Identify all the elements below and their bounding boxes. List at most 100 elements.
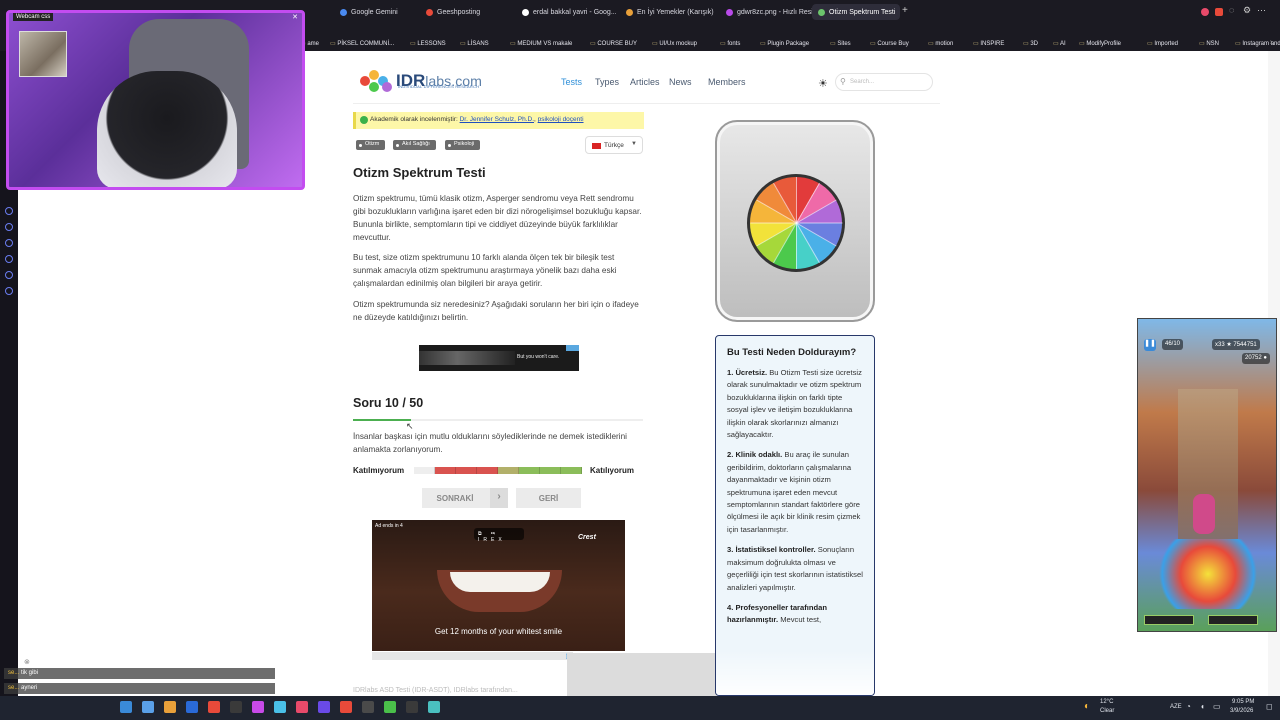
sidebar-icon-5[interactable] xyxy=(5,271,13,279)
profile-icon[interactable] xyxy=(1201,8,1209,16)
back-button[interactable]: GERİ xyxy=(516,488,581,508)
bookmark-item[interactable]: Sites xyxy=(830,40,850,47)
browser-tab[interactable]: Otizm Spektrum Testi xyxy=(812,4,900,20)
sidebar-icon-1[interactable] xyxy=(5,207,13,215)
more-bookmarks-icon[interactable]: › xyxy=(1270,39,1272,46)
theme-toggle-icon[interactable]: ☀ xyxy=(818,77,828,90)
bookmark-item[interactable]: NSN xyxy=(1199,40,1219,47)
weather-desc: Clear xyxy=(1100,708,1115,714)
browser-tab[interactable]: gdwr8zc.png - Hızlı Resim xyxy=(720,4,812,20)
nav-articles[interactable]: Articles xyxy=(630,77,660,87)
taskbar-app-icon[interactable] xyxy=(296,701,308,713)
browser-tab[interactable]: En İyi Yemekler (Karışık) xyxy=(620,4,718,20)
scale-option-4[interactable] xyxy=(477,467,498,474)
taskbar-app-icon[interactable] xyxy=(274,701,286,713)
new-tab-button[interactable]: + xyxy=(902,5,908,16)
category-tag[interactable]: Psikoloji xyxy=(445,140,481,150)
bookmark-item[interactable]: COURSE BUY xyxy=(590,40,637,47)
scale-option-6[interactable] xyxy=(519,467,540,474)
taskbar-app-icon[interactable] xyxy=(164,701,176,713)
reviewer-role-link[interactable]: psikoloji doçenti xyxy=(538,116,584,123)
scale-option-2[interactable] xyxy=(435,467,456,474)
taskbar-app-icon[interactable] xyxy=(406,701,418,713)
nav-news[interactable]: News xyxy=(669,77,692,87)
language-indicator[interactable]: AZE xyxy=(1170,704,1182,710)
question-counter: Soru 10 / 50 xyxy=(353,396,424,410)
browser-tab[interactable]: Geeshposting xyxy=(420,4,512,20)
menu-icon[interactable]: ⋯ xyxy=(1257,5,1266,16)
logo-subtitle: INDIVIDUAL DIFFERENCES RESEARCH xyxy=(398,84,480,89)
reviewer-link[interactable]: Dr. Jennifer Schulz, Ph.D. xyxy=(460,116,534,123)
banner-ad[interactable]: But you won't care. xyxy=(419,345,579,371)
ad-choices-icon[interactable] xyxy=(566,345,579,351)
video-ad[interactable]: Ad ends in 4 ⧉ ⏭ IREX Crest Get 12 month… xyxy=(372,520,625,651)
taskbar-app-icon[interactable] xyxy=(230,701,242,713)
notification-icon[interactable]: ◻ xyxy=(1266,702,1273,711)
nav-tests[interactable]: Tests xyxy=(561,77,582,87)
taskbar-app-icon[interactable] xyxy=(318,701,330,713)
bookmark-item[interactable]: Imported xyxy=(1147,40,1178,47)
ad-controls[interactable]: ⧉ ⏭ IREX xyxy=(474,528,524,543)
clock-time[interactable]: 9:05 PM xyxy=(1232,699,1254,705)
taskbar-app-icon[interactable] xyxy=(428,701,440,713)
bookmark-item[interactable]: INSPIRE xyxy=(973,40,1004,47)
nav-members[interactable]: Members xyxy=(708,77,746,87)
search-input[interactable]: Search... xyxy=(835,73,933,91)
tab-label: gdwr8zc.png - Hızlı Resim xyxy=(737,8,812,16)
language-selector[interactable]: Türkçe ▼ xyxy=(585,136,643,154)
scale-option-7[interactable] xyxy=(540,467,561,474)
bookmark-item[interactable]: Plugin Package xyxy=(760,40,809,47)
close-icon[interactable]: ✕ xyxy=(292,13,298,21)
sidebar-icon-4[interactable] xyxy=(5,255,13,263)
pause-icon[interactable]: ❚❚ xyxy=(1144,339,1156,351)
bookmark-item[interactable]: fonts xyxy=(720,40,740,47)
sidebar-icon-3[interactable] xyxy=(5,239,13,247)
settings-icon[interactable]: ⚙ xyxy=(1243,5,1251,16)
bookmark-item[interactable]: motion xyxy=(928,40,953,47)
taskbar-app-icon[interactable] xyxy=(362,701,374,713)
volume-icon[interactable]: ◖ xyxy=(1200,702,1205,711)
browser-tab[interactable]: Google Gemini xyxy=(334,4,416,20)
bookmark-item[interactable]: LESSONS xyxy=(410,40,445,47)
chat-close-icon[interactable]: ⊗ xyxy=(24,658,30,666)
scale-option-3[interactable] xyxy=(456,467,477,474)
why-item: 4. Profesyoneller tarafından hazırlanmış… xyxy=(727,602,828,625)
category-tag[interactable]: Otizm xyxy=(356,140,386,150)
bookmark-item[interactable]: PİKSEL COMMUNİ... xyxy=(330,40,394,47)
bookmark-item[interactable]: AI xyxy=(1053,40,1066,47)
scale-option-8[interactable] xyxy=(561,467,582,474)
sidebar-icon-6[interactable] xyxy=(5,287,13,295)
taskbar-app-icon[interactable] xyxy=(186,701,198,713)
battery-icon[interactable]: ▭ xyxy=(1213,702,1221,711)
taskbar-app-icon[interactable] xyxy=(120,701,132,713)
bookmark-item[interactable]: ModifyProfile xyxy=(1079,40,1121,47)
nav-types[interactable]: Types xyxy=(595,77,619,87)
bookmark-item[interactable]: MEDIUM VS makale xyxy=(510,40,572,47)
bookmark-item[interactable]: LİSANS xyxy=(460,40,488,47)
wifi-icon[interactable]: ◔ xyxy=(1186,702,1191,711)
bookmark-item[interactable]: 3D xyxy=(1023,40,1038,47)
scale-option-5[interactable] xyxy=(498,467,519,474)
sidebar-icon-2[interactable] xyxy=(5,223,13,231)
taskbar-app-icon[interactable] xyxy=(142,701,154,713)
next-button[interactable]: SONRAKİ › xyxy=(422,488,508,508)
taskbar-app-icon[interactable] xyxy=(252,701,264,713)
taskbar-app-icon[interactable] xyxy=(208,701,220,713)
taskbar-app-icon[interactable] xyxy=(384,701,396,713)
chat-icon[interactable]: ◌ xyxy=(1229,5,1234,15)
browser-tab[interactable]: erdal bakkal yavri - Goog... xyxy=(516,4,616,20)
taskbar-app-icon[interactable] xyxy=(340,701,352,713)
site-logo[interactable]: IDRlabs.com xyxy=(360,68,482,94)
clock-date[interactable]: 3/9/2026 xyxy=(1230,708,1253,714)
youtube-icon[interactable] xyxy=(1215,8,1223,16)
answer-scale[interactable] xyxy=(414,467,582,474)
bookmark-item[interactable]: UI/Ux mockup xyxy=(652,40,697,47)
bookmark-item[interactable]: Course Buy xyxy=(870,40,908,47)
weather-icon[interactable]: ◐ xyxy=(1084,701,1090,712)
tab-favicon-icon xyxy=(426,8,433,16)
tab-favicon-icon xyxy=(340,8,347,16)
bookmark-item[interactable]: Instagram and Tik... xyxy=(1235,40,1280,47)
game-runner xyxy=(1193,494,1215,534)
scale-option-1[interactable] xyxy=(414,467,435,474)
category-tag[interactable]: Akıl Sağlığı xyxy=(393,140,436,150)
